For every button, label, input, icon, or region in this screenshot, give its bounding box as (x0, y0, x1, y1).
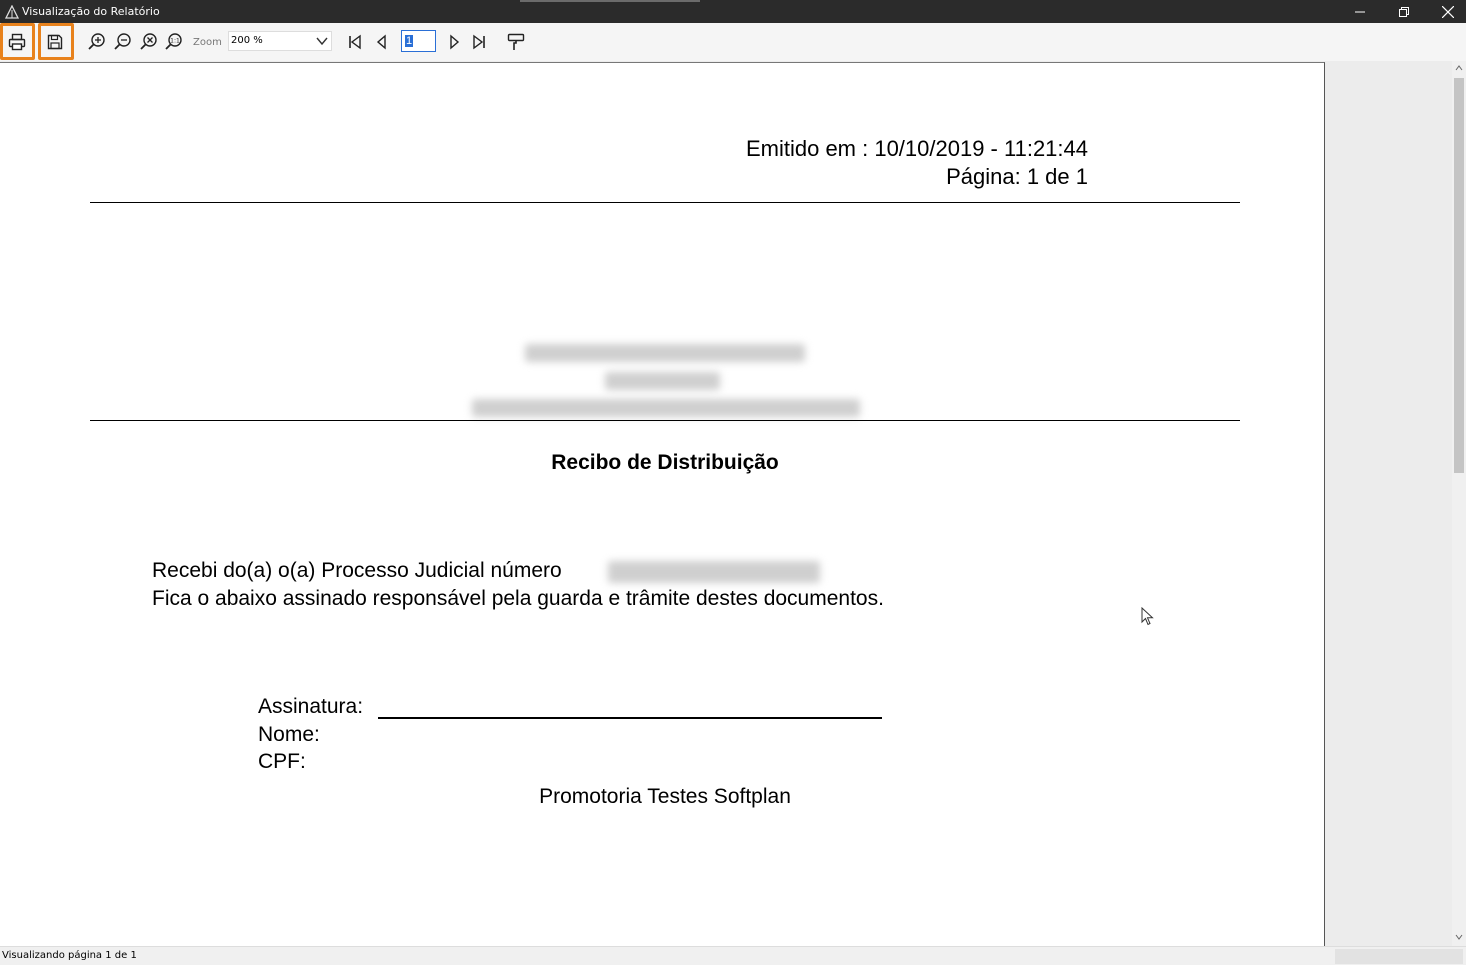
zoom-out-icon (114, 33, 131, 50)
section-divider (90, 420, 1240, 421)
page-count: Página: 1 de 1 (946, 164, 1088, 189)
zoom-select[interactable]: 200 % (228, 31, 332, 51)
page-number-input[interactable]: 1 (401, 30, 436, 52)
redacted-process-number (608, 561, 820, 583)
page-number-value: 1 (405, 35, 414, 47)
status-panel (1335, 949, 1463, 964)
zoom-actual-icon: 1:1 (165, 33, 182, 50)
redacted-header-line-2 (605, 372, 720, 390)
mouse-cursor-icon (1141, 607, 1154, 626)
previous-page-icon (376, 34, 386, 50)
body-line-2: Fica o abaixo assinado responsável pela … (152, 587, 884, 610)
first-page-button[interactable] (344, 31, 366, 53)
name-label: Nome: (258, 723, 320, 746)
app-icon (5, 4, 19, 19)
vertical-scrollbar[interactable] (1452, 61, 1466, 946)
zoom-fit-icon (140, 33, 157, 50)
redacted-header-line-1 (525, 344, 805, 362)
minimize-button[interactable] (1338, 0, 1382, 23)
svg-text:1:1: 1:1 (170, 38, 180, 45)
cpf-label: CPF: (258, 750, 306, 773)
minimize-icon (1355, 11, 1365, 12)
signature-label: Assinatura: (258, 695, 364, 718)
chevron-down-icon (316, 37, 328, 46)
last-page-icon (473, 34, 485, 50)
format-painter-icon (507, 33, 525, 50)
last-page-button[interactable] (468, 31, 490, 53)
zoom-fit-button[interactable] (138, 31, 160, 53)
status-bar: Visualizando página 1 de 1 (0, 946, 1466, 964)
promotoria-name: Promotoria Testes Softplan (539, 785, 791, 808)
first-page-icon (349, 34, 361, 50)
zoom-label: Zoom (193, 37, 222, 48)
zoom-in-icon (88, 33, 105, 50)
close-button[interactable] (1426, 0, 1466, 23)
print-highlight (0, 23, 35, 60)
next-page-icon (450, 34, 460, 50)
scroll-down-icon[interactable] (1455, 934, 1463, 940)
body-line-1: Recebi do(a) o(a) Processo Judicial núme… (152, 559, 562, 582)
save-highlight (38, 23, 74, 60)
redacted-header-line-3 (472, 399, 860, 417)
close-icon (1442, 5, 1454, 18)
report-heading: Recibo de Distribuição (551, 451, 779, 474)
status-text: Visualizando página 1 de 1 (2, 950, 137, 961)
restore-icon (1399, 6, 1409, 17)
restore-button[interactable] (1382, 0, 1426, 23)
header-divider (90, 202, 1240, 203)
emission-date: Emitido em : 10/10/2019 - 11:21:44 (745, 136, 1088, 161)
zoom-actual-button[interactable]: 1:1 (163, 31, 185, 53)
title-bar: Visualização do Relatório (0, 0, 1466, 23)
toolbar: 1 2 1:1 Zoom 200 % (0, 23, 1466, 85)
report-page: Emitido em : 10/10/2019 - 11:21:44 Págin… (0, 62, 1325, 946)
previous-page-button[interactable] (371, 31, 393, 53)
next-page-button[interactable] (443, 31, 465, 53)
window-title: Visualização do Relatório (22, 5, 160, 18)
scrollbar-thumb[interactable] (1454, 78, 1464, 473)
title-accent (520, 0, 700, 2)
zoom-in-button[interactable] (86, 31, 108, 53)
report-viewer[interactable]: Emitido em : 10/10/2019 - 11:21:44 Págin… (0, 61, 1452, 946)
zoom-value: 200 % (231, 35, 263, 46)
scroll-up-icon[interactable] (1455, 65, 1463, 71)
signature-line (378, 717, 882, 719)
format-painter-button[interactable] (504, 30, 528, 54)
zoom-out-button[interactable] (112, 31, 134, 53)
